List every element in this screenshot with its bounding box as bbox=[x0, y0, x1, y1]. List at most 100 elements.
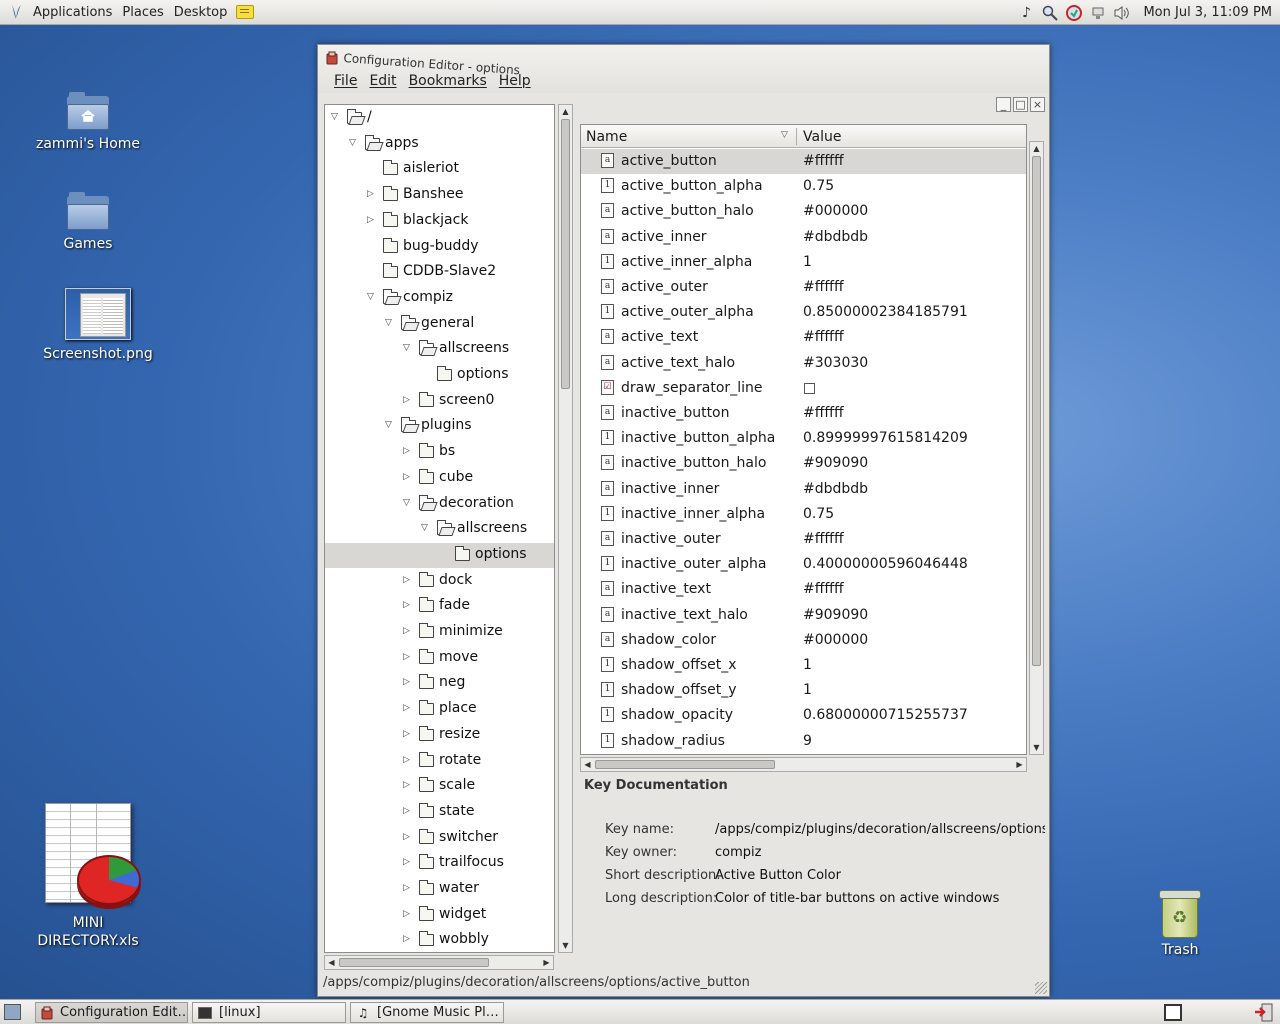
tree-node[interactable]: ▽ plugins bbox=[325, 414, 554, 439]
tree-node[interactable]: ▷ blackjack bbox=[325, 209, 554, 234]
menu-edit[interactable]: Edit bbox=[363, 73, 402, 89]
scroll-left-arrow[interactable]: ◀ bbox=[325, 956, 338, 969]
tree-node[interactable]: ▽ decoration bbox=[325, 492, 554, 517]
menu-file[interactable]: File bbox=[328, 73, 363, 89]
expander-open-icon[interactable]: ▽ bbox=[385, 318, 395, 328]
menu-help[interactable]: Help bbox=[493, 73, 537, 89]
scroll-left-arrow[interactable]: ◀ bbox=[581, 758, 594, 771]
key-value[interactable]: 1 bbox=[803, 657, 812, 673]
tree-node[interactable]: bug-buddy bbox=[325, 235, 554, 260]
column-header-value[interactable]: Value bbox=[803, 129, 841, 145]
expander-open-icon[interactable]: ▽ bbox=[349, 138, 359, 148]
key-value[interactable]: #dbdbdb bbox=[803, 481, 868, 497]
tree-node[interactable]: ▷ rotate bbox=[325, 749, 554, 774]
key-row[interactable]: 1 active_outer_alpha 0.85000002384185791 bbox=[581, 300, 1026, 325]
expander-closed-icon[interactable]: ▷ bbox=[403, 857, 413, 867]
tree-node[interactable]: ▷ fade bbox=[325, 594, 554, 619]
tree-node[interactable]: ▷ bs bbox=[325, 440, 554, 465]
tree-node[interactable]: ▷ dock bbox=[325, 569, 554, 594]
expander-open-icon[interactable]: ▽ bbox=[331, 112, 341, 122]
expander-closed-icon[interactable]: ▷ bbox=[403, 832, 413, 842]
column-header-name[interactable]: Name bbox=[586, 129, 627, 145]
expander-open-icon[interactable]: ▽ bbox=[385, 420, 395, 430]
key-value[interactable]: 0.68000000715255737 bbox=[803, 707, 968, 723]
tree-node[interactable]: CDDB-Slave2 bbox=[325, 260, 554, 285]
tree-node[interactable]: ▷ screen0 bbox=[325, 389, 554, 414]
expander-closed-icon[interactable]: ▷ bbox=[403, 600, 413, 610]
key-list[interactable]: Name ▽ Value a active_button #ffffff 1 activ… bbox=[580, 124, 1027, 755]
expander-closed-icon[interactable]: ▷ bbox=[403, 575, 413, 585]
scroll-up-arrow[interactable]: ▲ bbox=[1030, 142, 1043, 155]
tree-node[interactable]: ▷ widget bbox=[325, 903, 554, 928]
task-config-editor[interactable]: Configuration Edit… bbox=[35, 1002, 188, 1023]
minimize-button[interactable]: _ bbox=[996, 97, 1011, 112]
expander-closed-icon[interactable]: ▷ bbox=[403, 883, 413, 893]
list-horizontal-scrollbar[interactable]: ◀ ▶ bbox=[580, 757, 1027, 772]
expander-open-icon[interactable]: ▽ bbox=[367, 292, 377, 302]
key-value[interactable]: 0.75 bbox=[803, 178, 834, 194]
tree-node[interactable]: aisleriot bbox=[325, 157, 554, 182]
key-row[interactable]: a inactive_outer #ffffff bbox=[581, 527, 1026, 552]
desktop-icon-screenshot[interactable]: Screenshot.png bbox=[33, 288, 163, 362]
key-value[interactable]: 0.75 bbox=[803, 506, 834, 522]
key-row[interactable]: a active_button #ffffff bbox=[581, 149, 1026, 174]
title-bar[interactable]: Configuration Editor - options File Edit… bbox=[318, 45, 1049, 93]
desktop-icon-trash[interactable]: Trash bbox=[1115, 890, 1245, 958]
scrollbar-thumb[interactable] bbox=[595, 760, 775, 769]
tree-horizontal-scrollbar[interactable]: ◀ ▶ bbox=[324, 955, 554, 970]
key-value[interactable]: #ffffff bbox=[803, 153, 844, 169]
maximize-button[interactable]: □ bbox=[1013, 97, 1028, 112]
tree-node[interactable]: ▷ move bbox=[325, 646, 554, 671]
desktop-icon-spreadsheet[interactable]: MINI DIRECTORY.xls bbox=[23, 803, 153, 950]
list-vertical-scrollbar[interactable]: ▲ ▼ bbox=[1029, 141, 1044, 755]
expander-closed-icon[interactable]: ▷ bbox=[403, 652, 413, 662]
tree-node[interactable]: ▷ state bbox=[325, 800, 554, 825]
network-icon[interactable] bbox=[1089, 4, 1107, 22]
tree-node[interactable]: ▽ compiz bbox=[325, 286, 554, 311]
key-value[interactable]: #000000 bbox=[803, 632, 868, 648]
key-value[interactable]: #303030 bbox=[803, 355, 868, 371]
menu-bookmarks[interactable]: Bookmarks bbox=[403, 73, 493, 89]
key-row[interactable]: a inactive_inner #dbdbdb bbox=[581, 477, 1026, 502]
key-row[interactable]: ☑ draw_separator_line bbox=[581, 376, 1026, 401]
volume-icon[interactable] bbox=[1113, 4, 1131, 22]
key-row[interactable]: 1 shadow_offset_y 1 bbox=[581, 678, 1026, 703]
tree-node[interactable]: ▷ cube bbox=[325, 466, 554, 491]
key-row[interactable]: a inactive_text #ffffff bbox=[581, 577, 1026, 602]
task-linux[interactable]: [linux] bbox=[192, 1002, 346, 1023]
key-row[interactable]: 1 inactive_outer_alpha 0.40000000596046448 bbox=[581, 552, 1026, 577]
tree-node[interactable]: ▷ neg bbox=[325, 671, 554, 696]
key-value-checkbox[interactable] bbox=[804, 382, 815, 394]
expander-closed-icon[interactable]: ▷ bbox=[403, 729, 413, 739]
clock[interactable]: Mon Jul 3, 11:09 PM bbox=[1143, 5, 1272, 20]
key-row[interactable]: 1 shadow_radius 9 bbox=[581, 729, 1026, 754]
key-value[interactable]: #ffffff bbox=[803, 405, 844, 421]
update-icon[interactable] bbox=[1065, 4, 1083, 22]
key-row[interactable]: 1 active_button_alpha 0.75 bbox=[581, 174, 1026, 199]
expander-closed-icon[interactable]: ▷ bbox=[403, 626, 413, 636]
expander-closed-icon[interactable]: ▷ bbox=[403, 909, 413, 919]
scrollbar-thumb[interactable] bbox=[1032, 156, 1041, 666]
key-row[interactable]: 1 shadow_opacity 0.68000000715255737 bbox=[581, 703, 1026, 728]
key-value[interactable]: #ffffff bbox=[803, 581, 844, 597]
expander-closed-icon[interactable]: ▷ bbox=[403, 934, 413, 944]
key-value[interactable]: #dbdbdb bbox=[803, 229, 868, 245]
expander-open-icon[interactable]: ▽ bbox=[421, 523, 431, 533]
workspace-switcher[interactable] bbox=[1164, 1004, 1182, 1021]
expander-open-icon[interactable]: ▽ bbox=[403, 343, 413, 353]
menu-applications[interactable]: Applications bbox=[28, 0, 117, 25]
scroll-down-arrow[interactable]: ▼ bbox=[1030, 741, 1043, 754]
key-row[interactable]: a active_inner #dbdbdb bbox=[581, 225, 1026, 250]
expander-closed-icon[interactable]: ▷ bbox=[403, 703, 413, 713]
key-value[interactable]: 1 bbox=[803, 254, 812, 270]
scroll-up-arrow[interactable]: ▲ bbox=[559, 105, 572, 118]
tree-node[interactable]: ▷ trailfocus bbox=[325, 851, 554, 876]
scroll-down-arrow[interactable]: ▼ bbox=[559, 939, 572, 952]
desktop-icon-home[interactable]: zammi's Home bbox=[23, 92, 153, 152]
tree-node[interactable]: ▷ place bbox=[325, 697, 554, 722]
key-value[interactable]: #ffffff bbox=[803, 329, 844, 345]
tree-node[interactable]: ▽ allscreens bbox=[325, 337, 554, 362]
key-row[interactable]: a shadow_color #000000 bbox=[581, 628, 1026, 653]
key-row[interactable]: 1 inactive_inner_alpha 0.75 bbox=[581, 502, 1026, 527]
tree-node[interactable]: ▷ minimize bbox=[325, 620, 554, 645]
